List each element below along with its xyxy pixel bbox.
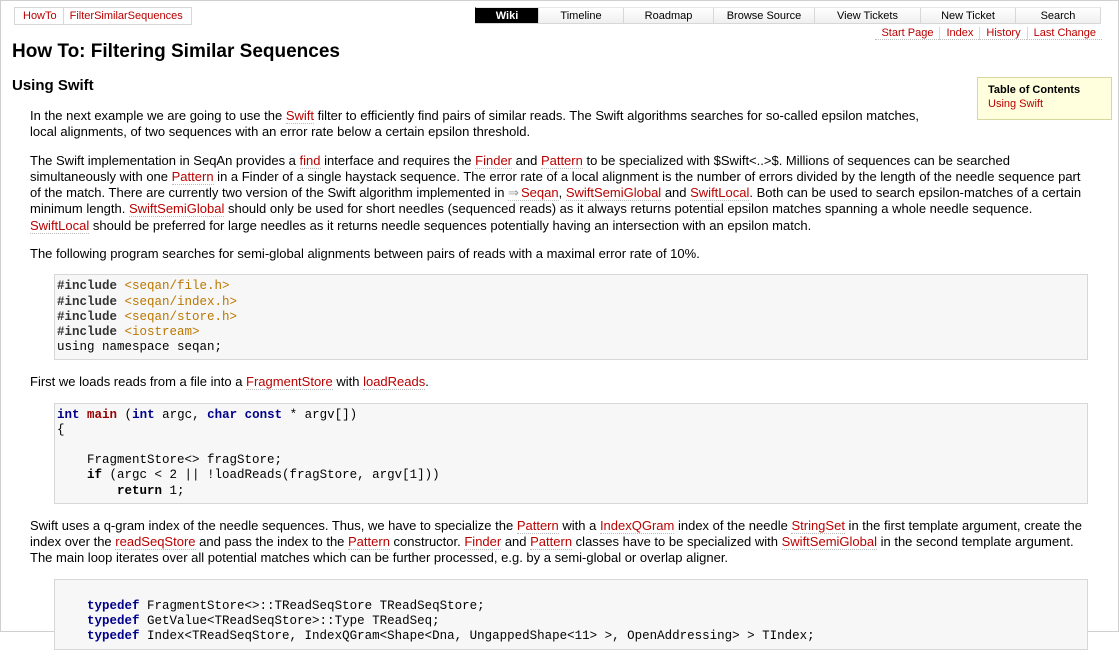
text: should be preferred for large needles as… xyxy=(89,217,812,233)
text: should only be used for short needles (s… xyxy=(224,201,1033,217)
code-line: { xyxy=(57,422,65,437)
start-page-link[interactable]: Start Page xyxy=(875,27,940,40)
pattern-link[interactable]: Pattern xyxy=(540,152,583,169)
tab-timeline[interactable]: Timeline xyxy=(538,7,623,23)
tab-search[interactable]: Search xyxy=(1015,7,1101,23)
finder-link[interactable]: Finder xyxy=(464,534,502,551)
text: and xyxy=(501,534,531,550)
pattern-link[interactable]: Pattern xyxy=(171,168,214,185)
paragraph-program: The following program searches for semi-… xyxy=(30,246,700,262)
code-token: typedef xyxy=(87,629,140,644)
code-token: #include xyxy=(57,309,118,324)
finder-link[interactable]: Finder xyxy=(475,152,513,169)
code-token: typedef xyxy=(87,614,140,629)
code-token: char xyxy=(207,407,238,422)
paragraph-implementation: The Swift implementation in SeqAn provid… xyxy=(30,152,1088,234)
swiftlocal-link[interactable]: SwiftLocal xyxy=(30,217,90,234)
code-token: FragmentStore<>::TReadSeqStore TReadSeqS… xyxy=(139,598,485,613)
swiftsemiglobal-link[interactable]: SwiftSemiGlobal xyxy=(128,201,225,218)
text: The Swift implementation in SeqAn provid… xyxy=(30,152,300,168)
tab-roadmap[interactable]: Roadmap xyxy=(623,7,713,23)
swiftsemiglobal-link[interactable]: SwiftSemiGlobal xyxy=(565,185,662,202)
loadreads-link[interactable]: loadReads xyxy=(363,374,426,391)
paragraph-load-reads: First we loads reads from a file into a … xyxy=(30,374,1088,391)
code-line: FragmentStore<> fragStore; xyxy=(57,453,283,468)
section-title: Using Swift xyxy=(12,77,94,94)
code-token: #include xyxy=(57,279,118,294)
fragmentstore-link[interactable]: FragmentStore xyxy=(246,374,333,391)
code-token: * argv[]) xyxy=(282,407,358,422)
code-line: using namespace seqan; xyxy=(57,340,223,355)
code-token: main xyxy=(87,407,118,422)
code-token: ( xyxy=(117,407,133,422)
tab-new-ticket[interactable]: New Ticket xyxy=(920,7,1015,23)
breadcrumb-filtersimilarsequences-link[interactable]: FilterSimilarSequences xyxy=(62,8,189,24)
swiftlocal-link[interactable]: SwiftLocal xyxy=(690,185,750,202)
text: and xyxy=(661,185,691,201)
text: and pass the index to the xyxy=(195,534,349,550)
pattern-link[interactable]: Pattern xyxy=(530,534,573,551)
text: and xyxy=(512,152,541,168)
code-token: typedef xyxy=(87,598,140,613)
text: interface and requires the xyxy=(320,152,476,168)
code-block-typedefs: typedef FragmentStore<>::TReadSeqStore T… xyxy=(54,578,1088,650)
page-title: How To: Filtering Similar Sequences xyxy=(12,41,340,62)
code-block-main: int main (int argc, char const * argv[])… xyxy=(54,402,1088,504)
text: classes have to be specialized with xyxy=(572,534,782,550)
history-link[interactable]: History xyxy=(979,27,1027,40)
paragraph-intro: In the next example we are going to use … xyxy=(30,108,1088,141)
code-token: (argc < 2 || !loadReads(fragStore, argv[… xyxy=(102,468,440,483)
indexqgram-link[interactable]: IndexQGram xyxy=(599,517,675,534)
text: In the next example we are going to use … xyxy=(30,108,286,123)
code-token: <seqan/index.h> xyxy=(124,294,238,309)
code-token: const xyxy=(244,407,283,422)
text: , xyxy=(558,185,566,201)
text: Swift uses a q-gram index of the needle … xyxy=(30,517,517,533)
code-token: GetValue<TReadSeqStore>::Type TReadSeq; xyxy=(139,614,440,629)
readseqstore-link[interactable]: readSeqStore xyxy=(115,534,196,551)
stringset-link[interactable]: StringSet xyxy=(791,517,845,534)
code-token: 1; xyxy=(162,483,185,498)
code-token: <seqan/store.h> xyxy=(124,309,238,324)
find-link[interactable]: find xyxy=(299,152,321,169)
toc-title: Table of Contents xyxy=(988,84,1081,96)
code-token: return xyxy=(117,483,163,498)
text: constructor. xyxy=(389,534,465,550)
text: with xyxy=(332,374,364,390)
tab-browse-source[interactable]: Browse Source xyxy=(713,7,814,23)
tab-wiki[interactable]: Wiki xyxy=(475,7,538,23)
code-block-includes: #include <seqan/file.h> #include <seqan/i… xyxy=(54,274,1088,361)
code-token: <seqan/file.h> xyxy=(124,279,230,294)
paragraph-qgram: Swift uses a q-gram index of the needle … xyxy=(30,517,1088,567)
text: index of the needle xyxy=(674,517,792,533)
code-token: argc, xyxy=(154,407,208,422)
seqan-external-link[interactable]: Seqan xyxy=(508,185,559,202)
text: First we loads reads from a file into a xyxy=(30,374,247,390)
swift-link[interactable]: Swift xyxy=(285,108,315,124)
code-token: #include xyxy=(57,294,118,309)
index-link[interactable]: Index xyxy=(939,27,980,40)
text: with a xyxy=(558,517,600,533)
main-navigation: Wiki Timeline Roadmap Browse Source View… xyxy=(475,7,1101,24)
code-token: if xyxy=(87,468,103,483)
tab-view-tickets[interactable]: View Tickets xyxy=(814,7,920,23)
code-token: int xyxy=(57,407,80,422)
last-change-link[interactable]: Last Change xyxy=(1026,27,1102,40)
swiftsemiglobal-link[interactable]: SwiftSemiGlobal xyxy=(781,534,877,551)
code-token: <iostream> xyxy=(124,324,200,339)
breadcrumb: HowTo FilterSimilarSequences xyxy=(14,7,192,25)
text: . xyxy=(425,374,429,390)
code-token: #include xyxy=(57,324,118,339)
code-token: Index<TReadSeqStore, IndexQGram<Shape<Dn… xyxy=(139,629,815,644)
wiki-content: In the next example we are going to use … xyxy=(30,108,1088,664)
breadcrumb-howto-link[interactable]: HowTo xyxy=(17,8,63,24)
wiki-subnav: Start Page Index History Last Change xyxy=(875,27,1102,40)
pattern-link[interactable]: Pattern xyxy=(348,534,390,551)
code-token: int xyxy=(132,407,155,422)
pattern-link[interactable]: Pattern xyxy=(516,517,559,534)
